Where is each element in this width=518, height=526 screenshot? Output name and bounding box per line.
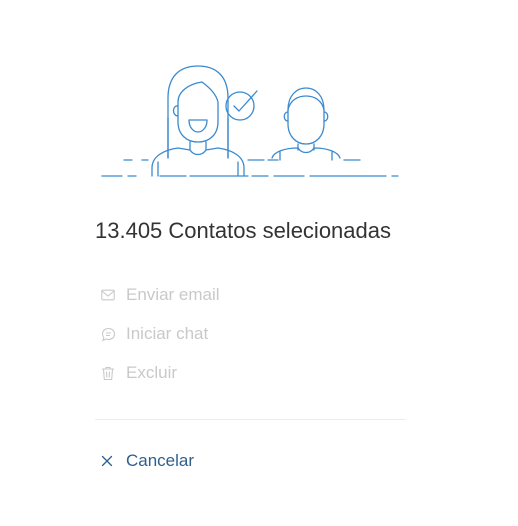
cancel-button[interactable]: Cancelar bbox=[100, 451, 194, 471]
send-email-label: Enviar email bbox=[126, 285, 220, 304]
selected-contacts-title: 13.405 Contatos selecionadas bbox=[95, 218, 391, 243]
contacts-selected-illustration bbox=[101, 65, 399, 177]
cancel-label: Cancelar bbox=[126, 451, 195, 470]
divider bbox=[95, 419, 406, 420]
delete-action[interactable]: Excluir bbox=[100, 360, 220, 386]
close-icon bbox=[100, 454, 114, 468]
trash-icon bbox=[100, 365, 116, 381]
envelope-icon bbox=[100, 287, 116, 303]
chat-bubble-icon bbox=[100, 326, 116, 342]
start-chat-action[interactable]: Iniciar chat bbox=[100, 321, 220, 347]
delete-label: Excluir bbox=[126, 363, 178, 382]
send-email-action[interactable]: Enviar email bbox=[100, 282, 220, 308]
start-chat-label: Iniciar chat bbox=[126, 324, 209, 343]
action-list: Enviar email Iniciar chat Excluir bbox=[100, 282, 220, 399]
